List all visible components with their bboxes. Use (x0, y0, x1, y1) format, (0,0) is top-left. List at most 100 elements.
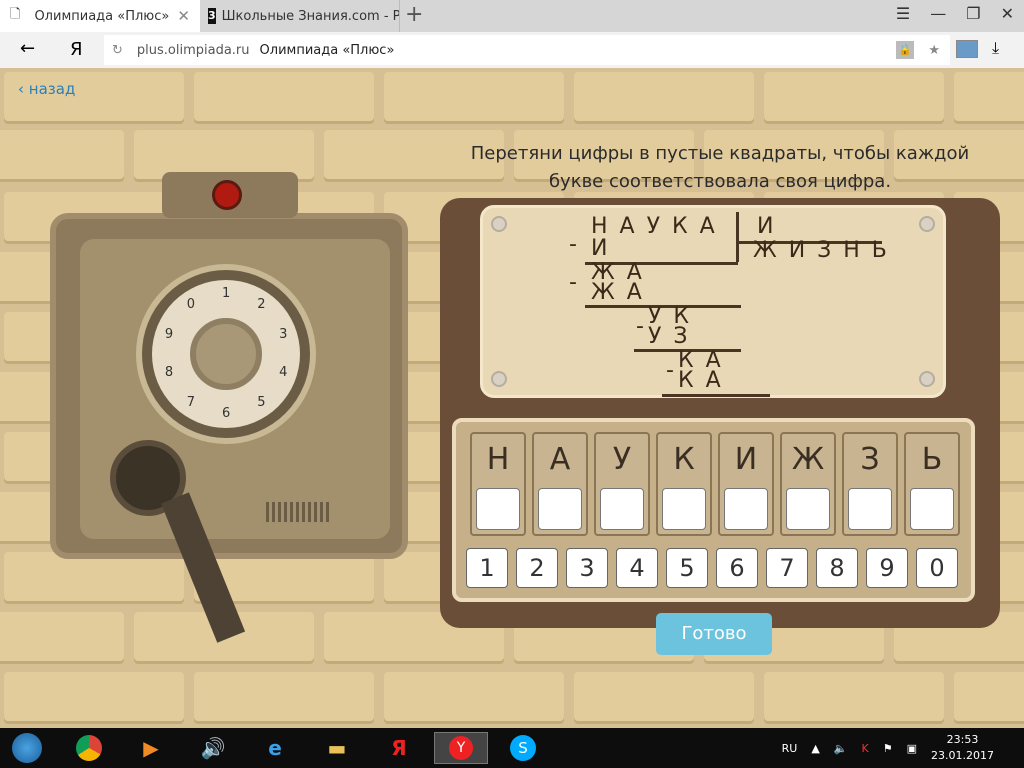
language-indicator[interactable]: RU (782, 742, 798, 755)
lock-icon[interactable]: 🔒 (896, 41, 914, 59)
safe-vent (266, 502, 330, 522)
ie-icon[interactable]: e (248, 732, 302, 764)
explorer-icon[interactable]: ▬ (310, 732, 364, 764)
wall-brick (4, 552, 184, 604)
system-tray: RU ▲ 🔈 K ⚑ ▣ 23:53 23.01.2017 (782, 728, 994, 768)
media-player-icon[interactable]: ▶ (124, 732, 178, 764)
quotient: ЖИЗНЬ (753, 238, 899, 263)
chrome-icon[interactable] (62, 732, 116, 764)
instruction-text: Перетяни цифры в пустые квадраты, чтобы … (470, 143, 970, 192)
digit-drop-slot[interactable] (538, 488, 582, 530)
letter-label: А (549, 442, 571, 477)
digit-drop-slot[interactable] (786, 488, 830, 530)
divisor: И (757, 214, 786, 239)
answer-panel: Н А У К ИЖЗ Ь 1234567890 (452, 418, 975, 602)
url-input[interactable]: ↻ plus.olimpiada.ru Олимпиада «Плюс» 🔒 ★ (104, 35, 950, 65)
letter-label: Ь (921, 442, 943, 477)
wall-brick (574, 672, 754, 724)
show-hidden-icons[interactable]: ▲ (811, 742, 819, 755)
digit-tile[interactable]: 0 (916, 548, 958, 588)
letter-label: У (612, 442, 632, 477)
clock[interactable]: 23:53 23.01.2017 (931, 732, 994, 764)
yandex-button[interactable]: Я (70, 39, 83, 60)
digit-tile[interactable]: 7 (766, 548, 808, 588)
tab-znanija[interactable]: 3 Школьные Знания.com - Ре (200, 0, 400, 32)
wall-brick (194, 72, 374, 124)
dial-digit: 6 (222, 406, 231, 421)
division-plaque: НАУКА И ЖИЗНЬ - И - ЖА ЖА - УК УЗ - КА К… (480, 205, 946, 398)
letter-card: А (532, 432, 588, 536)
letter-label: З (860, 442, 880, 477)
olympiad-page: ‹ назад 0123456789 Перетяни цифры в пуст… (0, 68, 1024, 728)
reload-icon[interactable]: ↻ (112, 43, 123, 58)
dial-digit: 7 (186, 394, 195, 410)
wall-brick (574, 72, 754, 124)
letter-card: К (656, 432, 712, 536)
digit-drop-slot[interactable] (724, 488, 768, 530)
digit-tile[interactable]: 8 (816, 548, 858, 588)
digit-drop-slot[interactable] (662, 488, 706, 530)
dial-digit: 8 (164, 364, 174, 380)
network-icon[interactable]: ▣ (907, 742, 917, 755)
wall-brick (954, 72, 1024, 124)
restore-icon[interactable]: ❐ (966, 4, 980, 23)
wall-brick (384, 672, 564, 724)
letter-card: З (842, 432, 898, 536)
letter-card: Ь (904, 432, 960, 536)
digit-drop-slot[interactable] (910, 488, 954, 530)
letter-label: Ж (791, 442, 825, 477)
new-tab-button[interactable]: + (405, 2, 423, 27)
speaker-app-icon[interactable]: 🔊 (186, 732, 240, 764)
dial-digit: 9 (164, 327, 174, 343)
yandex-browser-icon[interactable]: Y (434, 732, 488, 764)
yandex-app-icon[interactable]: Я (372, 732, 426, 764)
flag-icon[interactable]: ⚑ (883, 742, 893, 755)
digit-tile[interactable]: 3 (566, 548, 608, 588)
wall-brick (384, 72, 564, 124)
wall-brick (4, 672, 184, 724)
digit-drop-slot[interactable] (600, 488, 644, 530)
wall-brick (194, 672, 374, 724)
digit-drop-slot[interactable] (848, 488, 892, 530)
digit-tile[interactable]: 6 (716, 548, 758, 588)
wall-brick (0, 130, 124, 182)
kaspersky-icon[interactable]: K (862, 742, 869, 755)
bookmark-star-icon[interactable]: ★ (928, 43, 940, 58)
taskbar: ▶ 🔊 e ▬ Я Y S RU ▲ 🔈 K ⚑ ▣ 23:53 23.01.20… (0, 728, 1024, 768)
dial-digit: 2 (257, 297, 266, 313)
dial-digit: 3 (279, 327, 288, 343)
page-icon: 🗋 (10, 7, 21, 22)
minimize-icon[interactable]: — (930, 4, 946, 23)
back-link[interactable]: ‹ назад (18, 80, 75, 98)
letter-label: И (734, 442, 758, 477)
digit-tile[interactable]: 9 (866, 548, 908, 588)
volume-icon[interactable]: 🔈 (834, 742, 848, 755)
letter-label: К (673, 442, 695, 477)
letter-label: Н (486, 442, 510, 477)
letter-card: И (718, 432, 774, 536)
download-icon[interactable]: ⤓ (992, 38, 999, 58)
dial-digit: 5 (257, 394, 266, 410)
znanija-icon: 3 (208, 8, 216, 24)
digit-tile[interactable]: 1 (466, 548, 508, 588)
digit-tile[interactable]: 5 (666, 548, 708, 588)
close-tab-icon[interactable]: ✕ (177, 7, 190, 25)
wall-brick (764, 672, 944, 724)
close-window-icon[interactable]: ✕ (1001, 4, 1014, 23)
start-button[interactable] (0, 732, 54, 764)
wall-brick (764, 72, 944, 124)
wall-brick (0, 612, 124, 664)
digit-tile[interactable]: 4 (616, 548, 658, 588)
digit-drop-slot[interactable] (476, 488, 520, 530)
safe-dial: 0 1 23 45 6 78 9 (136, 264, 316, 444)
back-arrow-icon[interactable]: ← (20, 38, 35, 59)
menu-icon[interactable]: ☰ (896, 4, 910, 23)
skype-icon[interactable]: S (496, 732, 550, 764)
image-icon[interactable] (956, 40, 978, 58)
submit-button[interactable]: Готово (656, 613, 772, 655)
wall-brick (954, 672, 1024, 724)
tab-olimpiada[interactable]: 🗋 Олимпиада «Плюс» ✕ (0, 0, 200, 32)
letter-card: Ж (780, 432, 836, 536)
address-bar: ← Я ↻ plus.olimpiada.ru Олимпиада «Плюс»… (0, 32, 1024, 68)
digit-tile[interactable]: 2 (516, 548, 558, 588)
